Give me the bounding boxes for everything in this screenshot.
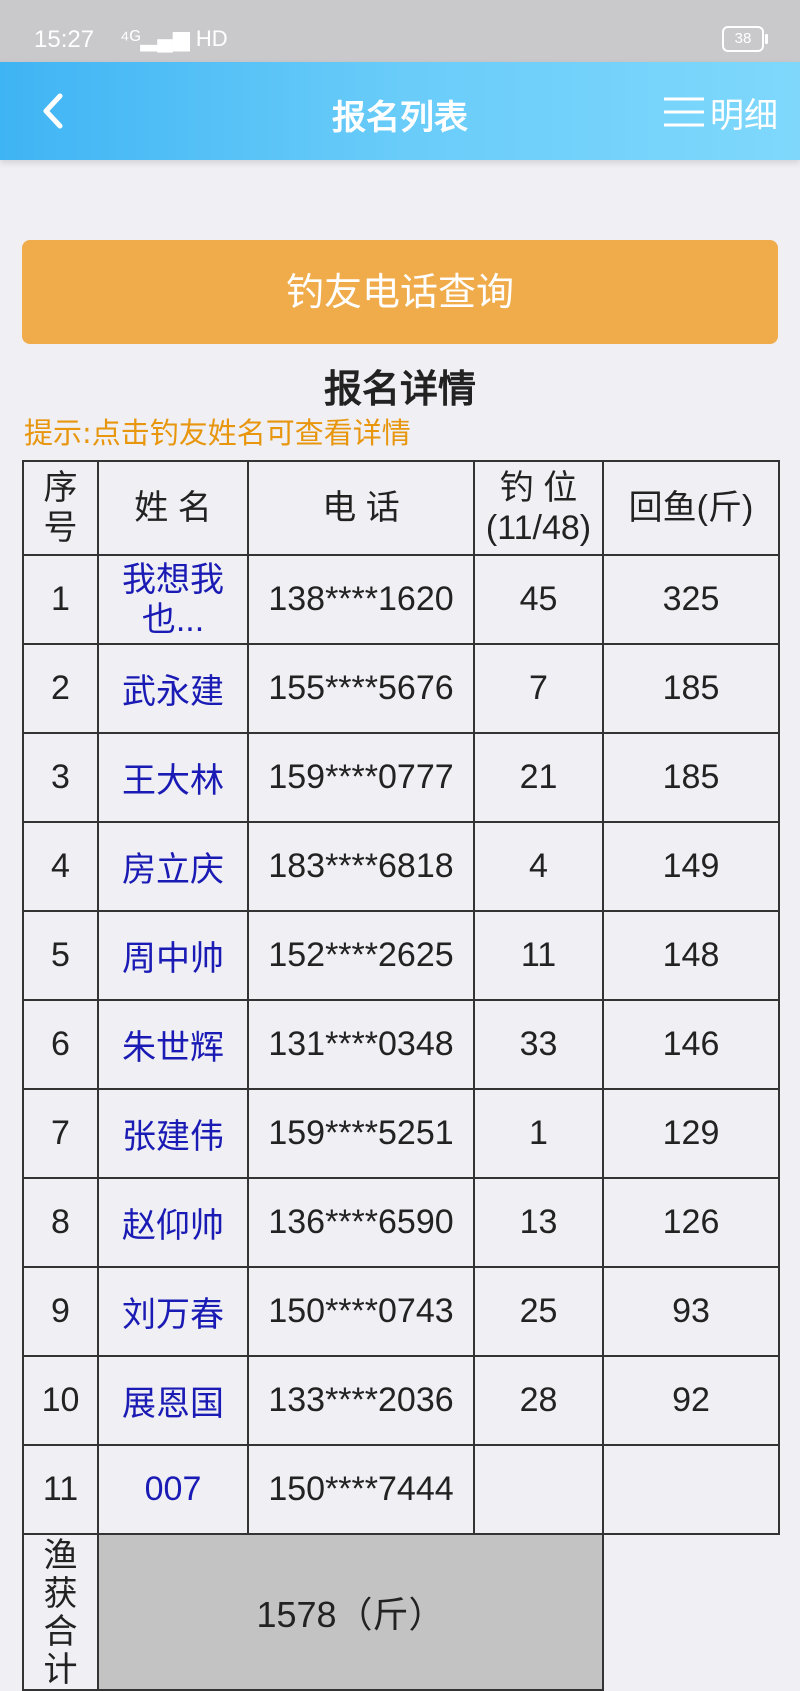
header-index: 序号: [22, 460, 99, 556]
header-spot-label: 钓 位: [499, 469, 578, 507]
hint-text: 提示:点击钓友姓名可查看详情: [24, 416, 411, 450]
row-phone: 133****2036: [247, 1355, 475, 1446]
table-row: 4 房立庆 183****6818 4 149: [22, 821, 780, 912]
total-row: 渔获合计 1578（斤）: [22, 1533, 779, 1691]
row-index: 10: [22, 1355, 99, 1446]
row-phone: 159****5251: [247, 1088, 475, 1179]
table-row: 9 刘万春 150****0743 25 93: [22, 1266, 780, 1357]
row-catch: 126: [602, 1177, 780, 1268]
row-phone: 183****6818: [247, 821, 475, 912]
row-index: 6: [22, 999, 99, 1090]
total-value: 1578（斤）: [97, 1533, 604, 1691]
row-index: 3: [22, 732, 99, 823]
nav-bar: 报名列表 明细: [0, 62, 800, 160]
row-spot: 25: [473, 1266, 604, 1357]
row-catch: 325: [602, 554, 780, 645]
row-phone: 159****0777: [247, 732, 475, 823]
row-phone: 152****2625: [247, 910, 475, 1001]
status-bar: 15:27 ⁴ᴳ▂▄▆ HD 38: [0, 0, 800, 62]
row-index: 2: [22, 643, 99, 734]
table-row: 5 周中帅 152****2625 11 148: [22, 910, 780, 1001]
row-spot: 11: [473, 910, 604, 1001]
header-catch: 回鱼(斤): [602, 460, 780, 556]
row-catch: 93: [602, 1266, 780, 1357]
row-phone: 150****0743: [247, 1266, 475, 1357]
angler-name-link[interactable]: 王大林: [97, 732, 249, 823]
menu-label: 明细: [710, 95, 778, 136]
row-spot: [473, 1444, 604, 1535]
angler-name-link[interactable]: 朱世辉: [97, 999, 249, 1090]
row-index: 1: [22, 554, 99, 645]
row-catch: 149: [602, 821, 780, 912]
row-spot: 33: [473, 999, 604, 1090]
table-row: 6 朱世辉 131****0348 33 146: [22, 999, 780, 1090]
battery-icon: 38: [722, 26, 768, 52]
row-index: 9: [22, 1266, 99, 1357]
table-row: 7 张建伟 159****5251 1 129: [22, 1088, 780, 1179]
angler-name-link[interactable]: 张建伟: [97, 1088, 249, 1179]
row-spot: 1: [473, 1088, 604, 1179]
row-index: 5: [22, 910, 99, 1001]
row-index: 7: [22, 1088, 99, 1179]
header-spot: 钓 位 (11/48): [473, 460, 604, 556]
row-phone: 155****5676: [247, 643, 475, 734]
row-spot: 7: [473, 643, 604, 734]
registration-table: 序号 姓 名 电 话 钓 位 (11/48) 回鱼(斤) 1 我想我也... 138…: [22, 460, 780, 1691]
total-label: 渔获合计: [22, 1533, 99, 1691]
table-header-row: 序号 姓 名 电 话 钓 位 (11/48) 回鱼(斤): [22, 460, 780, 556]
table-row: 11 007 150****7444: [22, 1444, 780, 1535]
row-spot: 4: [473, 821, 604, 912]
table-row: 8 赵仰帅 136****6590 13 126: [22, 1177, 780, 1268]
row-index: 8: [22, 1177, 99, 1268]
table-row: 10 展恩国 133****2036 28 92: [22, 1355, 780, 1446]
row-spot: 21: [473, 732, 604, 823]
table-row: 3 王大林 159****0777 21 185: [22, 732, 780, 823]
angler-name-link[interactable]: 房立庆: [97, 821, 249, 912]
header-phone: 电 话: [247, 460, 475, 556]
network-indicator: ⁴ᴳ▂▄▆ HD: [120, 26, 228, 51]
row-spot: 28: [473, 1355, 604, 1446]
row-spot: 13: [473, 1177, 604, 1268]
angler-name-link[interactable]: 赵仰帅: [97, 1177, 249, 1268]
table-row: 2 武永建 155****5676 7 185: [22, 643, 780, 734]
row-catch: 92: [602, 1355, 780, 1446]
row-phone: 138****1620: [247, 554, 475, 645]
angler-name-link[interactable]: 武永建: [97, 643, 249, 734]
row-catch: 185: [602, 732, 780, 823]
row-catch: 148: [602, 910, 780, 1001]
row-catch: 146: [602, 999, 780, 1090]
row-catch: 129: [602, 1088, 780, 1179]
row-phone: 131****0348: [247, 999, 475, 1090]
angler-phone-query-button[interactable]: 钓友电话查询: [22, 240, 778, 344]
angler-name-link[interactable]: 我想我也...: [97, 554, 249, 645]
status-time: 15:27: [34, 26, 95, 53]
angler-name-link[interactable]: 展恩国: [97, 1355, 249, 1446]
row-catch: 185: [602, 643, 780, 734]
header-spot-count: (11/48): [485, 509, 592, 547]
row-phone: 150****7444: [247, 1444, 475, 1535]
row-spot: 45: [473, 554, 604, 645]
table-row: 1 我想我也... 138****1620 45 325: [22, 554, 780, 645]
angler-name-link[interactable]: 007: [97, 1444, 249, 1535]
total-empty-cell: [603, 1534, 779, 1690]
angler-name-link[interactable]: 周中帅: [97, 910, 249, 1001]
menu-icon: [664, 97, 704, 127]
header-name: 姓 名: [97, 460, 249, 556]
row-index: 4: [22, 821, 99, 912]
row-catch: [602, 1444, 780, 1535]
row-index: 11: [22, 1444, 99, 1535]
angler-name-link[interactable]: 刘万春: [97, 1266, 249, 1357]
detail-menu-button[interactable]: 明细: [662, 92, 778, 136]
section-title: 报名详情: [323, 367, 476, 411]
row-phone: 136****6590: [247, 1177, 475, 1268]
